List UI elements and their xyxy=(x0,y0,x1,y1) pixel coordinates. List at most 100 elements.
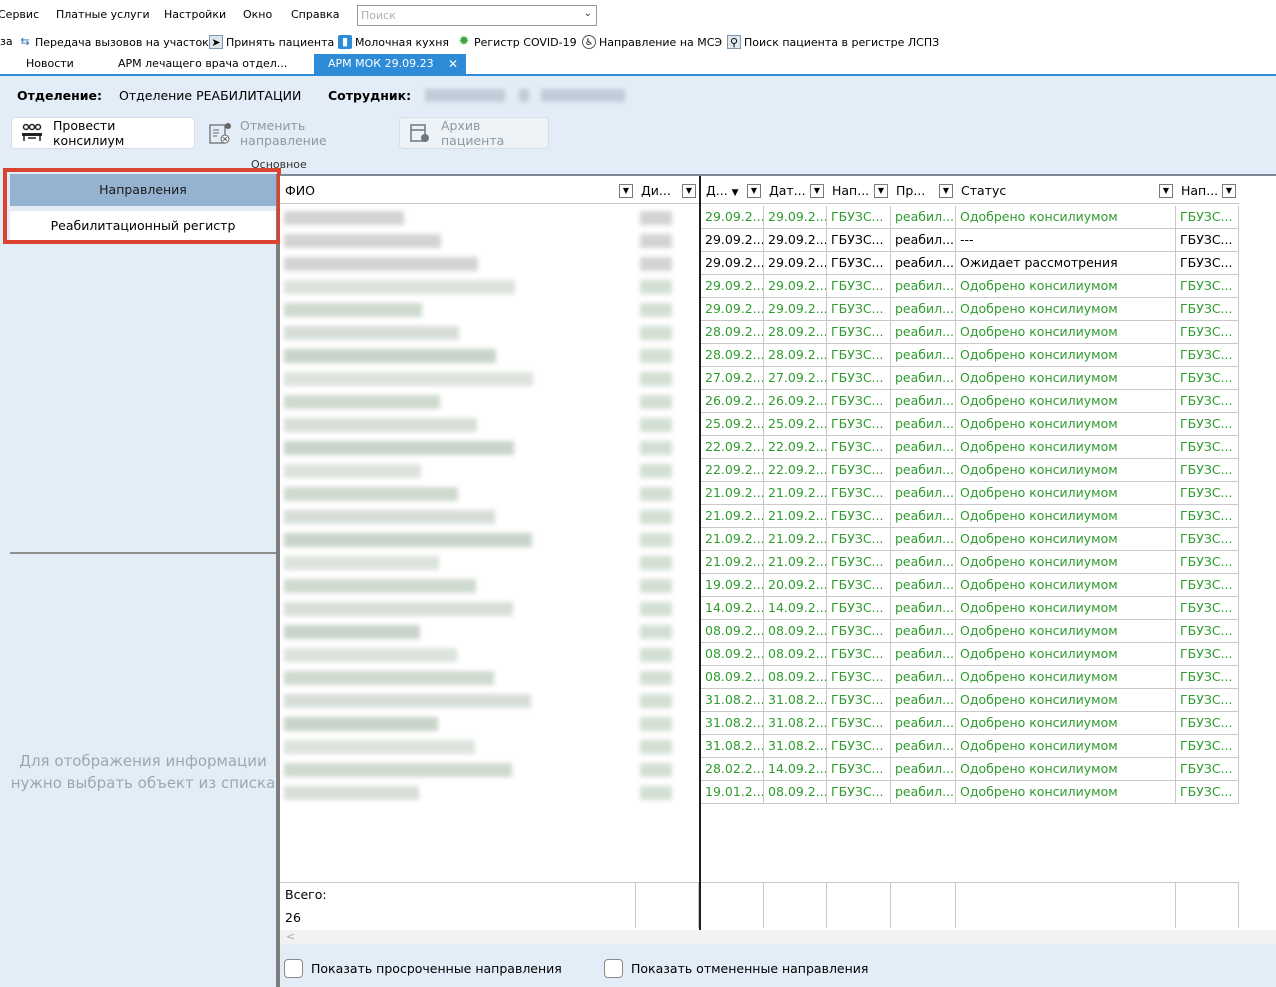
filter-dropdown-icon[interactable]: ▼ xyxy=(939,184,953,198)
cell-date-2: 21.09.2... xyxy=(764,482,827,505)
cell-profile: реабил... xyxy=(891,689,956,712)
cell-date: 31.08.2... xyxy=(701,712,764,735)
cell-status: Одобрено консилиумом xyxy=(956,574,1176,597)
filter-dropdown-icon[interactable]: ▼ xyxy=(682,184,696,198)
filter-dropdown-icon[interactable]: ▼ xyxy=(874,184,888,198)
filter-dropdown-icon[interactable]: ▼ xyxy=(747,184,761,198)
horizontal-scrollbar[interactable]: < xyxy=(280,930,1276,944)
table-row[interactable]: 28.02.2... 14.09.2... ГБУЗС... реабил... Одо… xyxy=(280,758,1276,781)
cell-date-2: 14.09.2... xyxy=(764,758,827,781)
cell-profile: реабил... xyxy=(891,275,956,298)
table-row[interactable]: 14.09.2... 14.09.2... ГБУЗС... реабил... Одо… xyxy=(280,597,1276,620)
col-header-date-sorted[interactable]: Д... ▼ ▼ xyxy=(701,178,764,204)
table-row[interactable]: 21.09.2... 21.09.2... ГБУЗС... реабил... Одо… xyxy=(280,505,1276,528)
search-input[interactable] xyxy=(361,8,571,23)
quick-search-patient-lspz[interactable]: ⚲ Поиск пациента в регистре ЛСПЗ xyxy=(727,35,939,49)
tab-attending-doctor[interactable]: АРМ лечащего врача отдел... xyxy=(118,54,287,74)
table-row[interactable]: 31.08.2... 31.08.2... ГБУЗС... реабил... Одо… xyxy=(280,735,1276,758)
table-row[interactable]: 22.09.2... 22.09.2... ГБУЗС... реабил... Одо… xyxy=(280,436,1276,459)
nav-item-rehab-register[interactable]: Реабилитационный регистр xyxy=(10,211,276,241)
menu-paid-services[interactable]: Платные услуги xyxy=(56,8,150,21)
table-row[interactable]: 08.09.2... 08.09.2... ГБУЗС... реабил... Одо… xyxy=(280,666,1276,689)
table-row[interactable]: 22.09.2... 22.09.2... ГБУЗС... реабил... Одо… xyxy=(280,459,1276,482)
cell-direction-from: ГБУЗС... xyxy=(827,436,891,459)
nav-item-directions[interactable]: Направления xyxy=(10,174,276,206)
table-row[interactable]: 28.09.2... 28.09.2... ГБУЗС... реабил... Одо… xyxy=(280,321,1276,344)
col-header-fio[interactable]: ФИО ▼ xyxy=(280,178,636,204)
cell-direction-from: ГБУЗС... xyxy=(827,321,891,344)
col-header-direction-to[interactable]: Нап... ▼ xyxy=(1176,178,1239,204)
col-header-profile[interactable]: Пр... ▼ xyxy=(891,178,956,204)
cell-direction-from: ГБУЗС... xyxy=(827,666,891,689)
table-row[interactable]: 29.09.2... 29.09.2... ГБУЗС... реабил... Одо… xyxy=(280,298,1276,321)
table-row[interactable]: 21.09.2... 21.09.2... ГБУЗС... реабил... Одо… xyxy=(280,482,1276,505)
close-icon[interactable]: ✕ xyxy=(448,54,458,74)
col-header-status[interactable]: Статус ▼ xyxy=(956,178,1176,204)
chevron-down-icon[interactable]: ⌄ xyxy=(584,8,592,19)
table-row[interactable]: 31.08.2... 31.08.2... ГБУЗС... реабил... Одо… xyxy=(280,712,1276,735)
cell-date: 08.09.2... xyxy=(701,643,764,666)
conduct-consilium-button[interactable]: Провести консилиум xyxy=(11,117,195,149)
table-row[interactable]: 26.09.2... 26.09.2... ГБУЗС... реабил... Одо… xyxy=(280,390,1276,413)
menu-service[interactable]: Сервис xyxy=(0,8,39,21)
scroll-left-arrow-icon[interactable]: < xyxy=(286,930,295,943)
table-row[interactable]: 28.09.2... 28.09.2... ГБУЗС... реабил... Одо… xyxy=(280,344,1276,367)
table-row[interactable]: 31.08.2... 31.08.2... ГБУЗС... реабил... Одо… xyxy=(280,689,1276,712)
cell-direction-from: ГБУЗС... xyxy=(827,459,891,482)
menu-help[interactable]: Справка xyxy=(291,8,339,21)
table-row[interactable]: 25.09.2... 25.09.2... ГБУЗС... реабил... Одо… xyxy=(280,413,1276,436)
table-row[interactable]: 19.01.2... 08.09.2... ГБУЗС... реабил... Одо… xyxy=(280,781,1276,804)
checkbox-box[interactable] xyxy=(284,959,303,978)
cell-date-2: 29.09.2... xyxy=(764,229,827,252)
table-row[interactable]: 27.09.2... 27.09.2... ГБУЗС... реабил... Одо… xyxy=(280,367,1276,390)
patient-archive-button[interactable]: Архив пациента xyxy=(399,117,549,149)
table-row[interactable]: 29.09.2... 29.09.2... ГБУЗС... реабил... Одо… xyxy=(280,206,1276,229)
cell-status: --- xyxy=(956,229,1176,252)
table-row[interactable]: 29.09.2... 29.09.2... ГБУЗС... реабил... Одо… xyxy=(280,275,1276,298)
quick-mse-direction[interactable]: ♿ Направление на МСЭ xyxy=(582,35,722,49)
cell-direction-to: ГБУЗС... xyxy=(1176,390,1239,413)
table-row[interactable]: 19.09.2... 20.09.2... ГБУЗС... реабил... Одо… xyxy=(280,574,1276,597)
cell-date: 21.09.2... xyxy=(701,528,764,551)
tab-arm-mok[interactable]: АРМ МОК 29.09.23 ✕ xyxy=(314,54,466,74)
department-value: Отделение РЕАБИЛИТАЦИИ xyxy=(119,88,302,103)
table-row[interactable]: 08.09.2... 08.09.2... ГБУЗС... реабил... Одо… xyxy=(280,620,1276,643)
quick-milk-kitchen[interactable]: ▮ Молочная кухня xyxy=(338,35,449,49)
show-overdue-checkbox[interactable]: Показать просроченные направления xyxy=(284,959,562,978)
quick-covid-register[interactable]: ✹ Регистр COVID-19 xyxy=(457,35,577,49)
cell-direction-to: ГБУЗС... xyxy=(1176,528,1239,551)
cancel-direction-button[interactable]: Отменить направление xyxy=(199,117,394,149)
diagnosis-redacted xyxy=(640,671,672,685)
table-row[interactable]: 08.09.2... 08.09.2... ГБУЗС... реабил... Одо… xyxy=(280,643,1276,666)
filter-dropdown-icon[interactable]: ▼ xyxy=(1222,184,1236,198)
cell-date-2: 08.09.2... xyxy=(764,666,827,689)
table-row[interactable]: 21.09.2... 21.09.2... ГБУЗС... реабил... Одо… xyxy=(280,551,1276,574)
menu-window[interactable]: Окно xyxy=(243,8,272,21)
search-combobox[interactable]: ⌄ xyxy=(357,5,597,26)
cell-date: 29.09.2... xyxy=(701,206,764,229)
cell-date-2: 21.09.2... xyxy=(764,528,827,551)
table-row[interactable]: 29.09.2... 29.09.2... ГБУЗС... реабил... Ожи… xyxy=(280,252,1276,275)
filter-dropdown-icon[interactable]: ▼ xyxy=(1159,184,1173,198)
filter-dropdown-icon[interactable]: ▼ xyxy=(619,184,633,198)
filter-dropdown-icon[interactable]: ▼ xyxy=(810,184,824,198)
cell-date: 08.09.2... xyxy=(701,620,764,643)
fio-redacted xyxy=(284,556,439,570)
quick-accept-patient[interactable]: ➤ Принять пациента xyxy=(209,35,334,49)
cell-status: Одобрено консилиумом xyxy=(956,436,1176,459)
sort-desc-icon: ▼ xyxy=(731,188,739,198)
tab-news[interactable]: Новости xyxy=(26,54,74,74)
panel-splitter[interactable] xyxy=(10,552,276,554)
table-row[interactable]: 29.09.2... 29.09.2... ГБУЗС... реабил... ---… xyxy=(280,229,1276,252)
col-header-date[interactable]: Дат... ▼ xyxy=(764,178,827,204)
table-row[interactable]: 21.09.2... 21.09.2... ГБУЗС... реабил... Одо… xyxy=(280,528,1276,551)
col-header-diagnosis[interactable]: Ди... ▼ xyxy=(636,178,699,204)
show-cancelled-checkbox[interactable]: Показать отмененные направления xyxy=(604,959,868,978)
menu-settings[interactable]: Настройки xyxy=(164,8,226,21)
cell-profile: реабил... xyxy=(891,551,956,574)
col-header-direction-from[interactable]: Нап... ▼ xyxy=(827,178,891,204)
fio-redacted xyxy=(284,625,420,639)
quick-transfer-calls[interactable]: ⇆ Передача вызовов на участок xyxy=(18,35,208,49)
cell-date-2: 21.09.2... xyxy=(764,551,827,574)
checkbox-box[interactable] xyxy=(604,959,623,978)
